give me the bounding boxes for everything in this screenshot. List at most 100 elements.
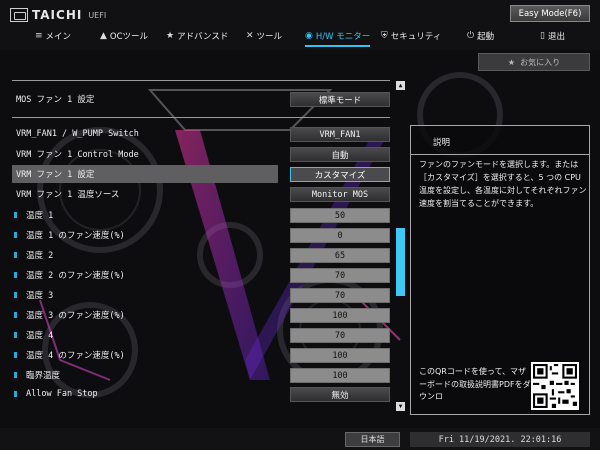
setting-row[interactable]: 温度 1 50 [12,206,390,224]
favorites-button[interactable]: ★ お気に入り [478,53,590,71]
setting-value-field[interactable]: 70 [290,328,390,343]
setting-row[interactable]: 臨界温度 100 [12,366,390,384]
setting-label: VRM ファン 1 温度ソース [16,190,120,200]
setting-label: 温度 4 のファン速度(%) [26,351,125,361]
description-panel: 説明 ファンのファンモードを選択します。または［カスタマイズ］を選択すると、5 … [410,125,590,415]
logo-text: TAICHI [32,8,83,22]
setting-value-button[interactable]: Monitor MOS [290,187,390,202]
section-divider-top [12,80,390,81]
tools-icon: ✕ [246,31,254,41]
description-divider [411,154,589,155]
nav-boot-label: 起動 [477,32,495,42]
easy-mode-button[interactable]: Easy Mode(F6) [510,5,590,22]
setting-value-field[interactable]: 100 [290,368,390,383]
sub-item-bullet [14,391,17,397]
nav-exit[interactable]: ▯ 退出 [540,27,565,45]
setting-value-button[interactable]: VRM_FAN1 [290,127,390,142]
sub-item-bullet [14,312,17,318]
star-icon: ★ [166,31,175,41]
setting-row[interactable]: MOS ファン 1 設定 標準モード [12,90,390,108]
nav-hw-monitor-label: H/W モニター [315,32,371,42]
setting-label: 温度 2 のファン速度(%) [26,271,125,281]
setting-value-field[interactable]: 70 [290,268,390,283]
setting-row[interactable]: 温度 4 のファン速度(%) 100 [12,346,390,364]
description-text: ファンのファンモードを選択します。または［カスタマイズ］を選択すると、5 つの … [419,160,587,208]
nav-advanced[interactable]: ★ アドバンスド [166,27,228,45]
flame-icon: ▲ [100,31,107,41]
setting-label: MOS ファン 1 設定 [16,95,95,105]
setting-row-selected[interactable]: VRM ファン 1 設定 カスタマイズ [12,165,390,183]
setting-value-button[interactable]: カスタマイズ [290,167,390,182]
setting-row[interactable]: 温度 4 70 [12,326,390,344]
menu-list-icon: ≡ [35,31,43,41]
setting-label: 温度 1 [26,211,54,221]
setting-label: 温度 4 [26,331,54,341]
setting-row[interactable]: 温度 3 のファン速度(%) 100 [12,306,390,324]
setting-value-field[interactable]: 65 [290,248,390,263]
setting-label: 温度 3 [26,291,54,301]
setting-value-field[interactable]: 50 [290,208,390,223]
setting-row[interactable]: 温度 3 70 [12,286,390,304]
section-divider [12,117,390,118]
top-bar: TAICHI UEFI Easy Mode(F6) ≡ メイン ▲ OCツール … [0,0,600,50]
sub-item-bullet [14,232,17,238]
setting-label: 温度 3 のファン速度(%) [26,311,125,321]
sub-item-bullet [14,212,17,218]
monitor-icon: ◉ [305,31,313,41]
nav-oc-tools-label: OCツール [109,32,149,42]
sub-item-bullet [14,292,17,298]
shield-icon: ⛨ [381,31,388,41]
nav-main-label: メイン [45,32,72,42]
sub-item-bullet [14,252,17,258]
taichi-logo-icon [10,8,28,22]
setting-value-button[interactable]: 標準モード [290,92,390,107]
setting-row[interactable]: 温度 2 65 [12,246,390,264]
setting-label: 臨界温度 [26,371,61,381]
scroll-up-arrow-icon[interactable]: ▲ [396,81,405,90]
nav-security[interactable]: ⛨ セキュリティ [381,27,441,45]
setting-value-field[interactable]: 0 [290,228,390,243]
scrollbar-thumb[interactable] [396,228,405,296]
logo-sub: UEFI [88,10,107,20]
qr-code-icon [531,362,579,410]
nav-tools-label: ツール [256,32,283,42]
setting-value-field[interactable]: 100 [290,348,390,363]
setting-label: 温度 2 [26,251,54,261]
setting-value-field[interactable]: 100 [290,308,390,323]
description-title: 説明 [433,138,451,148]
exit-door-icon: ▯ [540,31,545,41]
setting-row[interactable]: VRM ファン 1 Control Mode 自動 [12,145,390,163]
date-time-display: Fri 11/19/2021. 22:01:16 [410,432,590,447]
star-icon: ★ [507,57,516,67]
sub-item-bullet [14,272,17,278]
setting-row[interactable]: 温度 2 のファン速度(%) 70 [12,266,390,284]
setting-value-button[interactable]: 自動 [290,147,390,162]
power-icon: ⏻ [467,31,475,41]
language-button[interactable]: 日本語 [345,432,400,447]
nav-advanced-label: アドバンスド [177,32,229,42]
setting-value-button[interactable]: 無効 [290,387,390,402]
qr-caption: このQRコードを使って、マザーボードの取扱説明書PDFをダウンロ [419,367,531,401]
setting-row[interactable]: Allow Fan Stop 無効 [12,385,390,403]
setting-row[interactable]: 温度 1 のファン速度(%) 0 [12,226,390,244]
scroll-down-arrow-icon[interactable]: ▼ [396,402,405,411]
nav-hw-monitor[interactable]: ◉ H/W モニター [305,27,371,47]
nav-main[interactable]: ≡ メイン [35,27,71,45]
nav-oc-tools[interactable]: ▲ OCツール [100,27,148,45]
favorites-label: お気に入り [520,57,561,67]
nav-boot[interactable]: ⏻ 起動 [467,27,494,45]
setting-label: VRM_FAN1 / W_PUMP Switch [16,129,139,139]
nav-tools[interactable]: ✕ ツール [246,27,282,45]
setting-label: VRM ファン 1 設定 [16,170,95,180]
setting-row[interactable]: VRM ファン 1 温度ソース Monitor MOS [12,185,390,203]
nav-exit-label: 退出 [547,32,565,42]
setting-label: 温度 1 のファン速度(%) [26,231,125,241]
setting-value-field[interactable]: 70 [290,288,390,303]
sub-item-bullet [14,352,17,358]
setting-label: VRM ファン 1 Control Mode [16,150,139,160]
main-nav: ≡ メイン ▲ OCツール ★ アドバンスド ✕ ツール ◉ H/W モニター … [0,27,600,47]
nav-security-label: セキュリティ [390,32,442,42]
sub-item-bullet [14,332,17,338]
taichi-logo: TAICHI UEFI [10,7,106,23]
setting-row[interactable]: VRM_FAN1 / W_PUMP Switch VRM_FAN1 [12,125,390,143]
